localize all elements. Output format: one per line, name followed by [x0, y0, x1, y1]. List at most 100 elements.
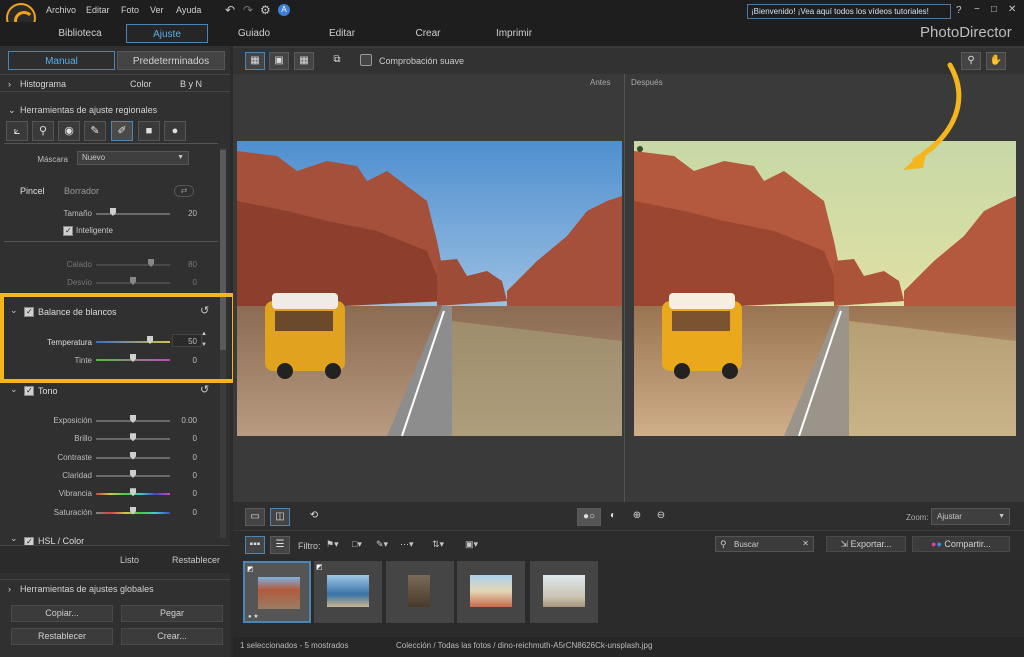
histogram-bw-toggle[interactable]: B y N [180, 75, 202, 93]
brush-mode-tab[interactable]: Pincel [20, 186, 45, 196]
tab-guiado[interactable]: Guiado [222, 24, 286, 43]
flow-value[interactable]: 0 [177, 278, 197, 287]
done-button[interactable]: Listo [120, 555, 139, 565]
undo-icon[interactable]: ↶ [225, 3, 235, 17]
view-single-icon[interactable]: ▣ [269, 52, 289, 70]
export-button[interactable]: ⇲ Exportar... [826, 536, 906, 552]
eraser-mode-tab[interactable]: Borrador [64, 186, 99, 196]
tone-row-value[interactable]: 0 [177, 508, 197, 517]
tab-imprimir[interactable]: Imprimir [482, 24, 546, 43]
brush-size-slider[interactable] [96, 213, 170, 215]
reset-button[interactable]: Restablecer [11, 628, 113, 645]
zoom-dropdown[interactable]: Ajustar ▼ [931, 508, 1010, 525]
soft-proof-checkbox[interactable] [360, 54, 372, 66]
rotate-icon[interactable]: ⟲ [304, 508, 324, 526]
before-after-toggle-icon[interactable]: ●○ [577, 508, 601, 526]
help-icon[interactable]: ? [956, 5, 962, 16]
before-photo[interactable] [237, 141, 622, 436]
tone-row-value[interactable]: 0 [177, 471, 197, 480]
search-input[interactable]: Buscar [734, 540, 759, 549]
compare-view-icon[interactable]: ◫ [270, 508, 290, 526]
clear-search-icon[interactable]: ✕ [802, 539, 809, 548]
feather-slider[interactable] [96, 264, 170, 266]
tab-predeterminados[interactable]: Predeterminados [117, 51, 225, 70]
tone-row-value[interactable]: 0 [177, 453, 197, 462]
feather-value[interactable]: 80 [177, 260, 197, 269]
smart-checkbox[interactable] [63, 226, 73, 236]
tone-header[interactable]: ⌄ Tono ↺ [4, 382, 218, 400]
share-button[interactable]: ●● Compartir... [912, 536, 1010, 552]
close-icon[interactable]: ✕ [1008, 4, 1016, 15]
thumbnail[interactable] [386, 561, 454, 623]
histogram-color-toggle[interactable]: Color [130, 75, 152, 93]
settings-gear-icon[interactable]: ⚙ [260, 3, 271, 17]
mask-dropdown[interactable]: Nuevo ▼ [77, 151, 189, 165]
sort-icon[interactable]: ⇅▾ [432, 539, 444, 550]
filmstrip-view-icon[interactable]: ▪▪▪ [245, 536, 265, 554]
tone-checkbox[interactable] [24, 386, 34, 396]
thumbnail[interactable]: ◩ [314, 561, 382, 623]
reset-panel-button[interactable]: Restablecer [172, 555, 220, 565]
reset-tone-icon[interactable]: ↺ [200, 383, 209, 396]
filter-flag-icon[interactable]: ⚑▾ [326, 539, 339, 550]
single-view-icon[interactable]: ▭ [245, 508, 265, 526]
stack-icon[interactable]: ▣▾ [465, 539, 478, 550]
tab-ajuste[interactable]: Ajuste [126, 24, 208, 43]
thumbnail[interactable] [530, 561, 598, 623]
tab-manual[interactable]: Manual [8, 51, 115, 70]
brush-size-value[interactable]: 20 [177, 209, 197, 218]
compare-icon[interactable]: ⧉ [327, 52, 347, 70]
export-icon: ⇲ [840, 539, 851, 549]
tone-row-value[interactable]: 0 [177, 489, 197, 498]
menu-archivo[interactable]: Archivo [46, 5, 76, 15]
copy-button[interactable]: Copiar... [11, 605, 113, 622]
tab-biblioteca[interactable]: Biblioteca [48, 24, 112, 43]
menu-editar[interactable]: Editar [86, 5, 110, 15]
half-split-icon[interactable]: ◐ [603, 508, 623, 526]
create-button[interactable]: Crear... [121, 628, 223, 645]
tone-row-label: Saturación [53, 507, 92, 517]
graduated-filter-icon[interactable]: ■ [138, 121, 160, 141]
filter-edit-icon[interactable]: ✎▾ [376, 539, 388, 550]
brush-size-label: Tamaño [63, 209, 92, 218]
horizontal-split-icon[interactable]: ⊖ [651, 508, 671, 526]
more-options-icon[interactable]: ⋯▾ [400, 539, 414, 550]
hand-tool-icon[interactable]: ✋ [986, 52, 1006, 70]
split-divider[interactable] [624, 74, 625, 502]
red-eye-icon[interactable]: ◉ [58, 121, 80, 141]
welcome-banner[interactable]: ¡Bienvenido! ¡Vea aquí todos los vídeos … [747, 4, 951, 19]
tab-editar[interactable]: Editar [310, 24, 374, 43]
search-field[interactable]: ⚲ Buscar ✕ [715, 536, 814, 552]
crop-tool-icon[interactable]: ⟀ [6, 121, 28, 141]
vertical-split-icon[interactable]: ⊕ [627, 508, 647, 526]
view-grid-icon[interactable]: ▦ [294, 52, 314, 70]
radial-filter-icon[interactable]: ● [164, 121, 186, 141]
tone-row-value[interactable]: 0 [177, 434, 197, 443]
menu-ayuda[interactable]: Ayuda [176, 5, 201, 15]
tab-crear[interactable]: Crear [396, 24, 460, 43]
regional-tools-header[interactable]: ⌄ Herramientas de ajuste regionales [0, 101, 230, 119]
hsl-checkbox[interactable] [24, 537, 34, 545]
minimize-icon[interactable]: − [974, 4, 980, 15]
tone-row-value[interactable]: 0.00 [177, 416, 197, 425]
adjustment-brush-icon[interactable]: ✐ [111, 121, 133, 141]
restore-icon[interactable]: □ [991, 4, 997, 15]
menu-ver[interactable]: Ver [150, 5, 164, 15]
redo-icon[interactable]: ↷ [243, 3, 253, 17]
histogram-section[interactable]: › Histograma Color B y N [0, 74, 230, 92]
list-view-icon[interactable]: ☰ [270, 536, 290, 554]
view-split-icon[interactable]: ▦ [245, 52, 265, 70]
thumbnail[interactable] [457, 561, 525, 623]
brush-swap-icon[interactable]: ⇄ [174, 185, 194, 197]
hsl-header[interactable]: ⌄ HSL / Color [4, 533, 218, 545]
global-tools-header[interactable]: › Herramientas de ajustes globales [0, 579, 230, 597]
spot-removal-icon[interactable]: ⚲ [32, 121, 54, 141]
after-photo[interactable] [634, 141, 1016, 436]
paste-button[interactable]: Pegar [121, 605, 223, 622]
brush-tool-icon[interactable]: ✎ [84, 121, 106, 141]
menu-foto[interactable]: Foto [121, 5, 139, 15]
thumbnail-selected[interactable]: ◩ ● ★ [243, 561, 311, 623]
account-icon[interactable]: A [278, 4, 290, 16]
edited-badge-icon: ◩ [247, 566, 254, 573]
filter-color-icon[interactable]: □▾ [352, 539, 362, 550]
